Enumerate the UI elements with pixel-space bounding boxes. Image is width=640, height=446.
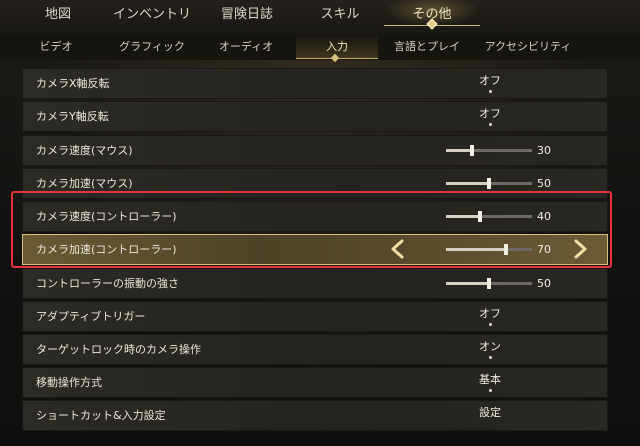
slider-track[interactable] — [446, 145, 532, 156]
setting-value[interactable]: オフ — [457, 105, 523, 123]
slider-value: 50 — [537, 277, 551, 290]
slider-track[interactable] — [446, 278, 532, 289]
setting-value[interactable]: 設定 — [457, 404, 523, 422]
option-indicator-dot — [489, 90, 492, 93]
tab-language-play[interactable]: 言語とプレイ — [386, 38, 468, 56]
slider-knob[interactable] — [487, 178, 491, 189]
slider-track[interactable] — [446, 178, 532, 189]
setting-row-movement-control[interactable]: 移動操作方式 基本 — [22, 367, 608, 398]
setting-value[interactable]: オフ — [457, 72, 523, 90]
top-tab-bar: 地図 インベントリ 冒険日誌 スキル その他 — [0, 0, 640, 35]
annotation-highlight-box — [11, 191, 612, 268]
tab-inventory[interactable]: インベントリ — [108, 4, 196, 26]
setting-label: コントローラーの振動の強さ — [36, 277, 179, 290]
setting-label: カメラY軸反転 — [36, 110, 109, 123]
setting-row-camera-x-invert[interactable]: カメラX軸反転 オフ — [22, 68, 608, 99]
option-indicator-dot — [489, 356, 492, 359]
setting-row-adaptive-trigger[interactable]: アダプティブトリガー オフ — [22, 301, 608, 332]
tab-accessibility[interactable]: アクセシビリティ — [478, 38, 578, 56]
tab-audio[interactable]: オーディオ — [210, 38, 282, 56]
tab-graphics[interactable]: グラフィック — [108, 38, 196, 56]
setting-value[interactable]: オン — [457, 338, 523, 356]
slider-knob[interactable] — [469, 145, 474, 156]
tab-journal[interactable]: 冒険日誌 — [212, 4, 282, 26]
tab-input[interactable]: 入力 — [300, 38, 374, 56]
setting-row-camera-y-invert[interactable]: カメラY軸反転 オフ — [22, 101, 608, 132]
slider-fill — [446, 282, 489, 285]
slider-value: 30 — [537, 144, 551, 157]
setting-row-camera-speed-mouse[interactable]: カメラ速度(マウス) 30 — [22, 135, 608, 166]
setting-label: アダプティブトリガー — [36, 310, 146, 323]
setting-label: ターゲットロック時のカメラ操作 — [36, 343, 201, 356]
tab-skills[interactable]: スキル — [312, 4, 368, 26]
setting-value[interactable]: オフ — [457, 305, 523, 323]
setting-row-controller-vibration[interactable]: コントローラーの振動の強さ 50 — [22, 268, 608, 299]
slider-knob[interactable] — [487, 278, 491, 289]
slider-fill — [446, 149, 472, 152]
option-indicator-dot — [489, 389, 492, 392]
setting-value[interactable]: 基本 — [457, 371, 523, 389]
option-indicator-dot — [489, 123, 492, 126]
setting-label: 移動操作方式 — [36, 376, 102, 389]
setting-label: ショートカット&入力設定 — [36, 409, 166, 422]
setting-label: カメラX軸反転 — [36, 77, 110, 90]
setting-label: カメラ速度(マウス) — [36, 144, 133, 157]
option-indicator-dot — [489, 323, 492, 326]
setting-row-shortcut-input[interactable]: ショートカット&入力設定 設定 — [22, 400, 608, 431]
tab-map[interactable]: 地図 — [36, 4, 80, 26]
tab-video[interactable]: ビデオ — [30, 38, 82, 56]
slider-fill — [446, 182, 489, 185]
setting-row-target-lock-camera[interactable]: ターゲットロック時のカメラ操作 オン — [22, 334, 608, 365]
